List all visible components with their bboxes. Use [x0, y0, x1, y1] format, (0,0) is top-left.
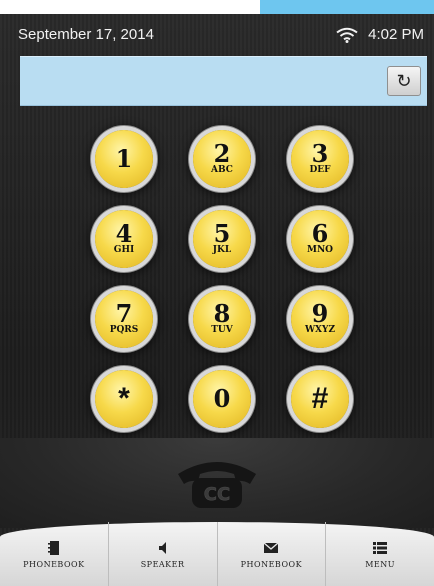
refresh-button[interactable]: ↻ [387, 66, 421, 96]
dial-key[interactable]: 4 GHI [95, 210, 153, 268]
dial-key[interactable]: 6 MNO [291, 210, 349, 268]
top-accent-bar [260, 0, 434, 14]
dial-key[interactable]: 8 TUV [193, 290, 251, 348]
key-digit: 0 [213, 384, 231, 413]
dial-key[interactable]: 0 [193, 370, 251, 428]
dial-key[interactable]: 1 [95, 130, 153, 188]
dial-key[interactable]: 2 ABC [193, 130, 251, 188]
key-letters: MNO [306, 244, 334, 255]
dial-key[interactable]: 3 DEF [291, 130, 349, 188]
refresh-icon: ↻ [396, 70, 412, 91]
nav-messages[interactable]: PHONEBOOK [218, 522, 327, 586]
key-digit: # [311, 382, 329, 415]
phone-device: September 17, 2014 4:02 PM ↻ 1 2 ABC 3 DEF 4 G… [0, 14, 434, 586]
key-letters: WXYZ [304, 324, 336, 335]
speaker-icon [158, 541, 166, 554]
phone-handset-icon[interactable]: CC [172, 456, 262, 510]
key-digit: 9 [311, 298, 329, 328]
key-digit: 8 [213, 298, 231, 328]
nav-menu[interactable]: MENU [326, 522, 434, 586]
notebook-icon [47, 540, 59, 555]
call-panel: CC [0, 438, 434, 528]
nav-label: PHONEBOOK [23, 559, 85, 569]
handset-logo: CC [204, 484, 230, 505]
dial-key[interactable]: 5 JKL [193, 210, 251, 268]
dial-key[interactable]: 7 PQRS [95, 290, 153, 348]
number-display: ↻ [20, 56, 427, 106]
key-letters: DEF [309, 164, 331, 175]
nav-speaker[interactable]: SPEAKER [109, 522, 218, 586]
key-digit: 3 [311, 138, 329, 168]
nav-phonebook[interactable]: PHONEBOOK [0, 522, 109, 586]
list-icon [373, 541, 388, 554]
nav-label: MENU [365, 559, 396, 569]
nav-label: SPEAKER [140, 559, 185, 569]
key-letters: GHI [113, 244, 135, 255]
status-time: 4:02 PM [368, 26, 424, 43]
key-digit: 1 [115, 144, 133, 173]
key-digit: 6 [311, 218, 329, 248]
key-letters: PQRS [109, 324, 139, 335]
key-digit: 4 [115, 218, 133, 248]
status-bar: September 17, 2014 4:02 PM [0, 14, 434, 54]
key-letters: TUV [211, 324, 233, 335]
nav-label: PHONEBOOK [240, 559, 303, 569]
key-letters: ABC [211, 164, 233, 175]
dial-key[interactable]: * [95, 370, 153, 428]
dial-key[interactable]: # [291, 370, 349, 428]
envelope-icon [263, 541, 279, 553]
app-frame: September 17, 2014 4:02 PM ↻ 1 2 ABC 3 DEF 4 G… [0, 0, 434, 586]
dial-key[interactable]: 9 WXYZ [291, 290, 349, 348]
status-right: 4:02 PM [336, 26, 424, 43]
wifi-icon [336, 27, 358, 43]
status-date: September 17, 2014 [18, 26, 154, 43]
key-digit: * [118, 382, 130, 415]
key-digit: 7 [115, 298, 133, 328]
key-letters: JKL [212, 244, 232, 255]
key-digit: 2 [213, 138, 231, 168]
bottom-navigation: PHONEBOOK SPEAKER PHONEBOOK MENU [0, 522, 434, 586]
key-digit: 5 [213, 218, 231, 248]
